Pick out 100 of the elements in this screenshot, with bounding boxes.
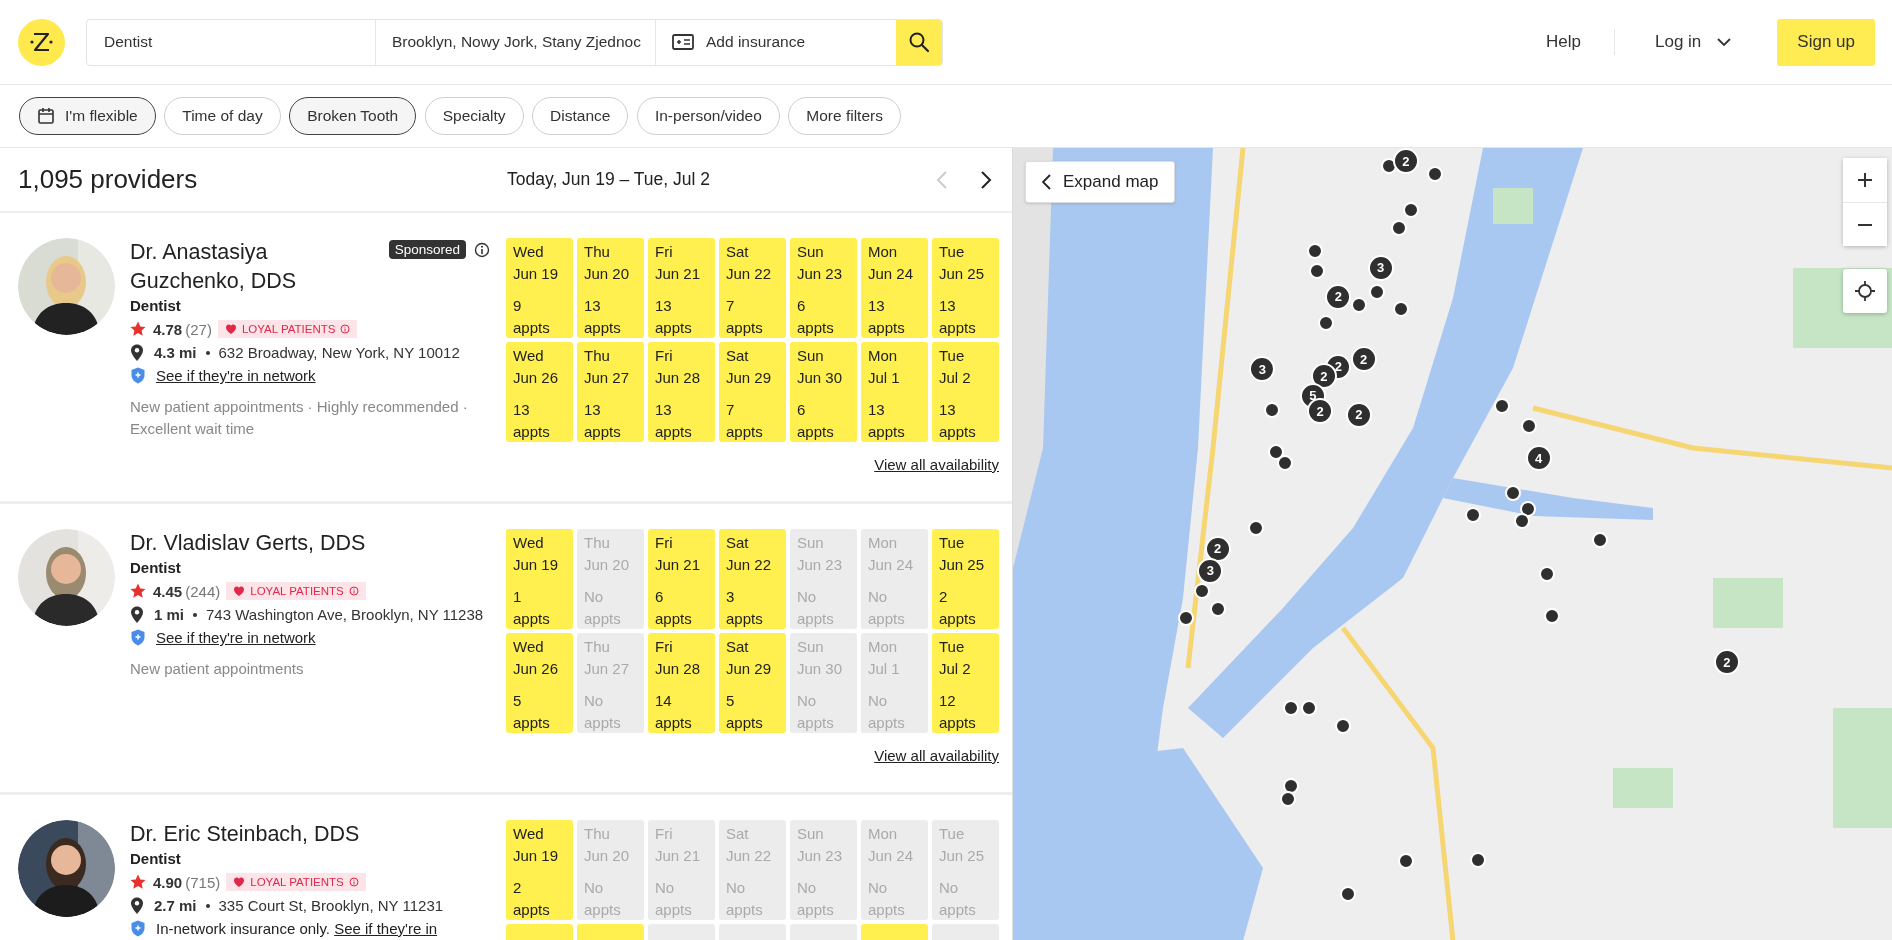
day-slot[interactable]: Wed Jun 26 5 appts xyxy=(506,633,573,733)
heart-icon xyxy=(233,585,246,597)
location-pin-icon xyxy=(130,606,144,623)
day-slot[interactable]: Thu Jun 20 13 appts xyxy=(577,238,644,338)
minus-icon xyxy=(1858,223,1872,226)
provider-name[interactable]: Dr. Anastasiya Guzchenko, DDS xyxy=(130,238,381,296)
info-icon[interactable] xyxy=(474,241,490,258)
chevron-right-icon xyxy=(980,169,992,190)
day-slot[interactable]: Wed Jun 19 9 appts xyxy=(506,238,573,338)
rating-value: 4.78 xyxy=(153,320,183,338)
map-pin-icon[interactable] xyxy=(1505,485,1522,502)
day-slot[interactable]: Wed Jun 26 13 appts xyxy=(506,342,573,442)
heart-icon xyxy=(224,323,237,335)
info-icon xyxy=(348,877,359,887)
location-field[interactable]: Brooklyn, Nowy Jork, Stany Zjednoc xyxy=(376,19,656,65)
loyal-patients-badge: LOYAL PATIENTS xyxy=(226,582,366,600)
insurance-field[interactable]: Add insurance xyxy=(656,19,896,65)
day-slot[interactable]: Sun Jun 23 6 appts xyxy=(790,238,857,338)
day-slot[interactable]: Fri Jun 28 14 appts xyxy=(648,633,715,733)
search-button[interactable] xyxy=(896,19,942,65)
shield-icon xyxy=(130,920,146,937)
network-note: In-network insurance only. See if they're in xyxy=(156,920,438,937)
review-count: (27) xyxy=(185,320,212,338)
day-slot[interactable]: Sat Jun 22 3 appts xyxy=(719,529,786,629)
map-pin-icon[interactable] xyxy=(1307,242,1324,259)
day-slot[interactable]: Fri Jun 21 6 appts xyxy=(648,529,715,629)
info-icon xyxy=(340,324,351,334)
shield-icon xyxy=(130,367,146,384)
map-pin-icon[interactable] xyxy=(1301,700,1318,717)
map-pin-icon[interactable] xyxy=(1592,532,1609,549)
day-slot[interactable]: Tue Jun 25 13 appts xyxy=(932,238,999,338)
map-pin-icon[interactable] xyxy=(1335,718,1352,735)
day-slot[interactable]: Sun Jun 30 6 appts xyxy=(790,342,857,442)
help-link[interactable]: Help xyxy=(1546,32,1614,52)
day-slot[interactable]: Sat Jun 29 7 appts xyxy=(719,342,786,442)
zoom-in-button[interactable] xyxy=(1843,158,1887,202)
calendar-icon xyxy=(37,107,55,125)
day-slot[interactable]: Wed Jun 19 1 appts xyxy=(506,529,573,629)
signup-button[interactable]: Sign up xyxy=(1777,18,1875,66)
day-slot[interactable]: Tue Jul 2 13 appts xyxy=(932,342,999,442)
info-icon xyxy=(348,586,359,596)
bullet-icon xyxy=(205,903,210,908)
plus-icon xyxy=(1857,172,1873,188)
map-pin-icon[interactable] xyxy=(1283,700,1300,717)
loyal-patients-badge: LOYAL PATIENTS xyxy=(217,320,358,338)
rating-value: 4.45 xyxy=(153,582,183,600)
chevron-left-icon xyxy=(936,169,948,190)
map-pin-icon[interactable] xyxy=(1318,315,1335,332)
insurance-card-icon xyxy=(672,32,694,52)
loyal-patients-badge: LOYAL PATIENTS xyxy=(226,873,366,891)
sponsored-badge: Sponsored xyxy=(388,240,466,259)
network-link[interactable]: See if they're in xyxy=(334,920,438,937)
provider-name[interactable]: Dr. Eric Steinbach, DDS xyxy=(130,820,360,849)
view-availability-link[interactable]: View all availability xyxy=(874,747,999,764)
specialty-label: Dentist xyxy=(130,297,182,314)
star-icon xyxy=(130,874,146,890)
day-slot[interactable]: Fri Jun 28 13 appts xyxy=(648,342,715,442)
map-pin-icon[interactable] xyxy=(1465,507,1482,523)
distance: 1 mi xyxy=(154,606,184,623)
address: 632 Broadway, New York, NY 10012 xyxy=(218,344,460,361)
expand-map-button[interactable]: Expand map xyxy=(1025,161,1176,203)
filter-chip[interactable]: Specialty xyxy=(424,97,524,135)
day-slot[interactable]: Tue Jul 2 12 appts xyxy=(932,633,999,733)
filter-chip[interactable]: I'm flexible xyxy=(19,97,156,135)
specialty-field[interactable]: Dentist xyxy=(87,19,376,65)
day-slot[interactable]: Tue Jun 25 2 appts xyxy=(932,529,999,629)
view-availability-link[interactable]: View all availability xyxy=(874,456,999,473)
day-slot[interactable]: Sat Jun 29 5 appts xyxy=(719,633,786,733)
filter-chip[interactable]: Distance xyxy=(532,97,629,135)
results-count: 1,095 providers xyxy=(18,164,199,195)
date-range: Today, Jun 19 – Tue, Jul 2 xyxy=(507,169,711,190)
map-pin-icon[interactable] xyxy=(1248,520,1265,537)
map-pin-icon[interactable] xyxy=(1494,398,1511,415)
rating-value: 4.90 xyxy=(153,873,183,891)
network-link[interactable]: See if they're in network xyxy=(156,367,316,384)
chevron-left-icon xyxy=(1042,174,1051,190)
day-slot[interactable]: Sat Jun 22 7 appts xyxy=(719,238,786,338)
search-icon xyxy=(908,31,930,53)
day-slot[interactable]: Wed Jun 19 2 appts xyxy=(506,820,573,920)
filter-chip[interactable]: More filters xyxy=(788,97,901,135)
day-slot[interactable]: Mon Jul 1 13 appts xyxy=(861,342,928,442)
day-slot[interactable]: Fri Jun 21 13 appts xyxy=(648,238,715,338)
map-pin-icon[interactable] xyxy=(1513,513,1530,530)
locate-button[interactable] xyxy=(1843,269,1887,313)
star-icon xyxy=(130,583,146,599)
filter-chip[interactable]: Broken Tooth xyxy=(289,97,417,135)
bullet-icon xyxy=(193,612,197,617)
map-pin-icon[interactable] xyxy=(1470,852,1487,869)
logo-icon[interactable] xyxy=(18,18,65,66)
day-slot[interactable]: Mon Jun 24 13 appts xyxy=(861,238,928,338)
network-link[interactable]: See if they're in network xyxy=(156,629,316,646)
filter-chip[interactable]: Time of day xyxy=(164,97,281,135)
filter-chip[interactable]: In-person/video xyxy=(636,97,780,135)
specialty-label: Dentist xyxy=(130,850,182,867)
provider-name[interactable]: Dr. Vladislav Gerts, DDS xyxy=(130,529,366,558)
highlights-text: New patient appointments · Highly recommended · Excellent wait time xyxy=(130,397,469,439)
map-pin-icon[interactable] xyxy=(1277,455,1294,472)
map-pin-icon[interactable] xyxy=(1539,566,1556,583)
day-slot[interactable]: Thu Jun 27 13 appts xyxy=(577,342,644,442)
login-menu[interactable]: Log in xyxy=(1655,32,1734,52)
